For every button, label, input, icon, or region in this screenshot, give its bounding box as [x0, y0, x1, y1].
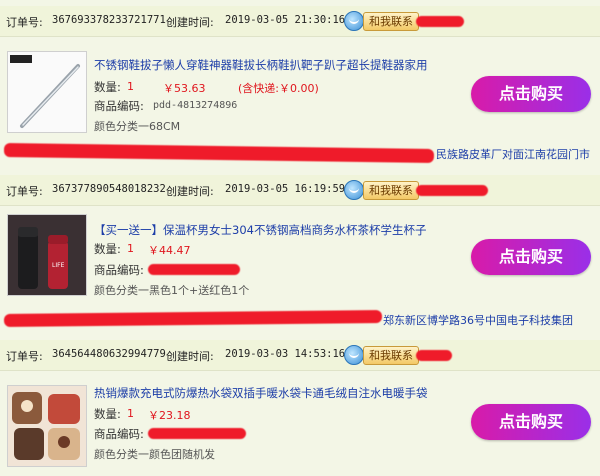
- product-thumbnail[interactable]: [7, 51, 87, 133]
- quantity: 1: [127, 80, 134, 93]
- order-no-label: 订单号:: [6, 350, 43, 363]
- created-time: 2019-03-03 14:53:16: [225, 348, 346, 360]
- created-time-label: 创建时间:: [166, 185, 214, 198]
- order-no-label: 订单号:: [6, 16, 43, 29]
- redaction-mark: [148, 428, 246, 439]
- created-time-label: 创建时间:: [166, 350, 214, 363]
- order-header: 订单号: 367693378233721771 创建时间: 2019-03-05…: [0, 6, 600, 37]
- product-thumbnail[interactable]: LIFE: [7, 214, 87, 296]
- product-thumbnail[interactable]: [7, 385, 87, 467]
- qty-label: 数量:: [94, 407, 121, 421]
- contact-seller-button[interactable]: 和我联系: [363, 346, 419, 365]
- order-number: 367377890548018232: [52, 183, 166, 195]
- shipping-fee: (含快递:￥0.00): [238, 82, 319, 95]
- price: ￥23.18: [148, 409, 191, 422]
- product-code: pdd-4813274896: [153, 100, 238, 111]
- variant-text: 颜色分类一颜色团随机发: [94, 448, 215, 461]
- quantity: 1: [127, 242, 134, 255]
- shoehorn-image: [8, 52, 86, 132]
- qty-label: 数量:: [94, 242, 121, 256]
- quantity: 1: [127, 407, 134, 420]
- product-title[interactable]: 不锈钢鞋拔子懒人穿鞋神器鞋拔长柄鞋扒靶子趴子超长提鞋器家用: [94, 57, 428, 73]
- thermos-cup-image: LIFE: [8, 215, 86, 295]
- price: ￥44.47: [148, 244, 191, 257]
- price: ￥53.63: [163, 82, 206, 95]
- contact-seller-button[interactable]: 和我联系: [363, 181, 419, 200]
- code-label: 商品编码:: [94, 263, 144, 277]
- order-header: 订单号: 367377890548018232 创建时间: 2019-03-05…: [0, 175, 600, 206]
- created-time: 2019-03-05 16:19:59: [225, 183, 346, 195]
- qty-label: 数量:: [94, 80, 121, 94]
- product-title[interactable]: 【买一送一】保温杯男女士304不锈钢高档商务水杯茶杯学生杯子: [94, 222, 426, 238]
- shipping-address: 民族路皮革厂对面江南花园门市: [436, 148, 590, 161]
- code-label: 商品编码:: [94, 99, 144, 113]
- redaction-mark: [416, 350, 452, 361]
- order-number: 367693378233721771: [52, 14, 166, 26]
- contact-seller-button[interactable]: 和我联系: [363, 12, 419, 31]
- order-header: 订单号: 364564480632994779 创建时间: 2019-03-03…: [0, 340, 600, 371]
- svg-text:LIFE: LIFE: [52, 262, 65, 269]
- created-time-label: 创建时间:: [166, 16, 214, 29]
- variant-text: 颜色分类一黑色1个+送红色1个: [94, 284, 250, 297]
- redaction-mark: [3, 310, 383, 327]
- buy-button[interactable]: 点击购买: [471, 76, 591, 112]
- buy-button[interactable]: 点击购买: [471, 239, 591, 275]
- redaction-mark: [416, 16, 464, 27]
- variant-text: 颜色分类一68CM: [94, 120, 181, 133]
- order-no-label: 订单号:: [6, 185, 43, 198]
- buy-button[interactable]: 点击购买: [471, 404, 591, 440]
- chat-icon[interactable]: [344, 180, 364, 200]
- redaction-mark: [148, 264, 240, 275]
- order-number: 364564480632994779: [52, 348, 166, 360]
- code-label: 商品编码:: [94, 427, 144, 441]
- chat-icon[interactable]: [344, 11, 364, 31]
- redaction-mark: [3, 142, 435, 164]
- redaction-mark: [416, 185, 488, 196]
- created-time: 2019-03-05 21:30:16: [225, 14, 346, 26]
- product-title[interactable]: 热销爆款充电式防爆热水袋双插手暖水袋卡通毛绒自注水电暖手袋: [94, 385, 428, 401]
- chat-icon[interactable]: [344, 345, 364, 365]
- hand-warmer-image: [8, 386, 86, 466]
- shipping-address: 郑东新区博学路36号中国电子科技集团: [383, 314, 573, 327]
